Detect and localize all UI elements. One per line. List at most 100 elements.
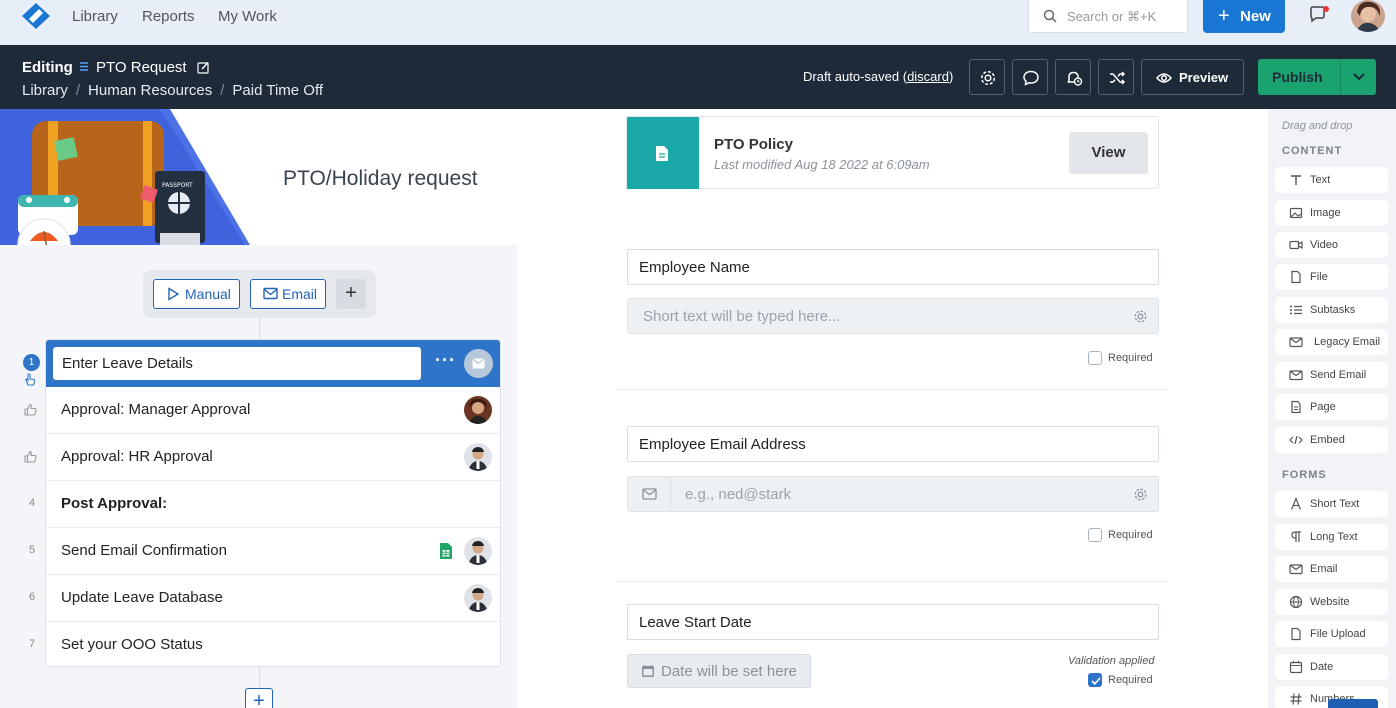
field-label-input[interactable]: Leave Start Date <box>627 604 1159 640</box>
widget-date[interactable]: Date <box>1275 654 1388 680</box>
validation-status: Validation applied <box>1068 655 1155 667</box>
task-row[interactable]: Approval: Manager Approval <box>46 387 500 434</box>
assignee-avatar[interactable] <box>464 396 492 424</box>
publish-button[interactable]: Publish <box>1258 59 1376 95</box>
checkbox[interactable] <box>1088 351 1102 365</box>
workflow-title[interactable]: PTO Request <box>96 59 187 76</box>
manual-trigger-button[interactable]: Manual <box>153 279 240 309</box>
nav-mywork-link[interactable]: My Work <box>218 8 277 25</box>
breadcrumb-paid-time-off[interactable]: Paid Time Off <box>232 82 323 99</box>
bell-clock-icon <box>1067 71 1083 86</box>
widget-website[interactable]: Website <box>1275 589 1388 615</box>
envelope-icon <box>263 287 278 300</box>
comments-button[interactable] <box>1012 59 1048 95</box>
widget-legacy-email[interactable]: Legacy Email <box>1275 329 1388 355</box>
widget-text[interactable]: Text <box>1275 167 1388 193</box>
widget-embed[interactable]: Embed <box>1275 427 1388 453</box>
conditional-logic-button[interactable] <box>1098 59 1134 95</box>
widget-label: Subtasks <box>1310 304 1356 316</box>
shuffle-icon <box>1110 71 1126 85</box>
more-options-icon[interactable]: ··· <box>435 350 456 371</box>
field-label-input[interactable]: Employee Email Address <box>627 426 1159 462</box>
email-addon <box>628 477 671 511</box>
publish-options-dropdown[interactable] <box>1340 59 1376 95</box>
widget-subtasks[interactable]: Subtasks <box>1275 297 1388 323</box>
view-file-button[interactable]: View <box>1069 132 1148 174</box>
discard-link[interactable]: discard <box>907 69 949 84</box>
widget-long-text[interactable]: Long Text <box>1275 524 1388 550</box>
widget-label: File Upload <box>1310 628 1366 640</box>
widget-label: Text <box>1310 174 1331 186</box>
user-avatar[interactable] <box>1351 0 1385 32</box>
widget-image[interactable]: Image <box>1275 200 1388 226</box>
widget-file[interactable]: File <box>1275 264 1388 290</box>
gear-icon[interactable] <box>1133 309 1148 324</box>
assignee-avatar[interactable] <box>464 443 492 471</box>
task-panel: PASSPORT PTO/Holiday request Manual Emai… <box>0 109 518 708</box>
widget-send-email[interactable]: Send Email <box>1275 362 1388 388</box>
document-icon <box>656 146 668 161</box>
widget-label: Short Text <box>1310 498 1360 510</box>
widget-short-text[interactable]: Short Text <box>1275 491 1388 517</box>
approval-thumbs-up-icon <box>24 403 37 416</box>
field-label-input[interactable]: Employee Name <box>627 249 1159 285</box>
help-tab[interactable] <box>1328 699 1378 708</box>
task-row-active[interactable]: Enter Leave Details ··· <box>46 340 500 387</box>
nav-library-link[interactable]: Library <box>72 8 118 25</box>
task-row[interactable]: Send Email Confirmation <box>46 528 500 575</box>
field-placeholder: Date will be set here <box>661 663 797 680</box>
connector-line <box>259 318 260 339</box>
edit-title-icon[interactable] <box>197 61 210 74</box>
notification-dot <box>1323 6 1329 12</box>
widget-email[interactable]: Email <box>1275 556 1388 582</box>
widget-file-upload[interactable]: File Upload <box>1275 621 1388 647</box>
automations-button[interactable] <box>1055 59 1091 95</box>
settings-button[interactable] <box>969 59 1005 95</box>
task-row[interactable]: Approval: HR Approval <box>46 434 500 481</box>
workflow-hero: PASSPORT PTO/Holiday request <box>0 109 518 245</box>
email-trigger-button[interactable]: Email <box>250 279 326 309</box>
widget-video[interactable]: Video <box>1275 232 1388 258</box>
file-icon <box>1291 627 1301 641</box>
task-row-heading[interactable]: Post Approval: <box>46 481 500 528</box>
date-field[interactable]: Date will be set here <box>627 654 811 688</box>
breadcrumb-human-resources[interactable]: Human Resources <box>88 82 212 99</box>
video-icon <box>1289 240 1303 250</box>
step-number-1: 1 <box>23 354 40 371</box>
widget-label: Email <box>1310 563 1338 575</box>
task-row[interactable]: Set your OOO Status <box>46 622 500 669</box>
file-tile <box>627 117 699 189</box>
task-name-input[interactable]: Enter Leave Details <box>53 347 421 380</box>
gear-icon[interactable] <box>1133 487 1148 502</box>
envelope-icon <box>1289 370 1303 381</box>
task-name: Approval: HR Approval <box>61 448 213 465</box>
workflow-name[interactable]: PTO/Holiday request <box>283 167 478 191</box>
checkbox-checked[interactable] <box>1088 673 1102 687</box>
checkbox[interactable] <box>1088 528 1102 542</box>
assignee-avatar[interactable] <box>464 537 492 565</box>
task-row[interactable]: Update Leave Database <box>46 575 500 622</box>
publish-button-label: Publish <box>1272 69 1323 85</box>
field-label: Employee Email Address <box>639 436 806 453</box>
add-task-button[interactable]: + <box>245 688 273 708</box>
short-text-field[interactable]: Short text will be typed here... <box>627 298 1159 334</box>
breadcrumb-library[interactable]: Library <box>22 82 68 99</box>
manual-trigger-label: Manual <box>185 286 231 302</box>
assignee-placeholder-avatar[interactable] <box>464 349 493 378</box>
divider <box>616 581 1168 582</box>
task-name: Set your OOO Status <box>61 636 203 653</box>
widget-page[interactable]: Page <box>1275 394 1388 420</box>
assignee-avatar[interactable] <box>464 584 492 612</box>
search-input[interactable]: Search or ⌘+K <box>1028 0 1188 33</box>
add-trigger-button[interactable]: + <box>336 279 366 309</box>
editor-header: Editing PTO Request Library / Human Resour… <box>0 45 1396 109</box>
preview-button[interactable]: Preview <box>1141 59 1244 95</box>
app-logo-icon[interactable] <box>20 2 52 30</box>
task-name: Send Email Confirmation <box>61 542 227 559</box>
task-name: Update Leave Database <box>61 589 223 606</box>
email-field[interactable]: e.g., ned@stark <box>627 476 1159 512</box>
step-number-4: 4 <box>28 497 36 509</box>
new-button[interactable]: + New <box>1203 0 1285 33</box>
nav-reports-link[interactable]: Reports <box>142 8 195 25</box>
widget-label: Long Text <box>1310 531 1358 543</box>
